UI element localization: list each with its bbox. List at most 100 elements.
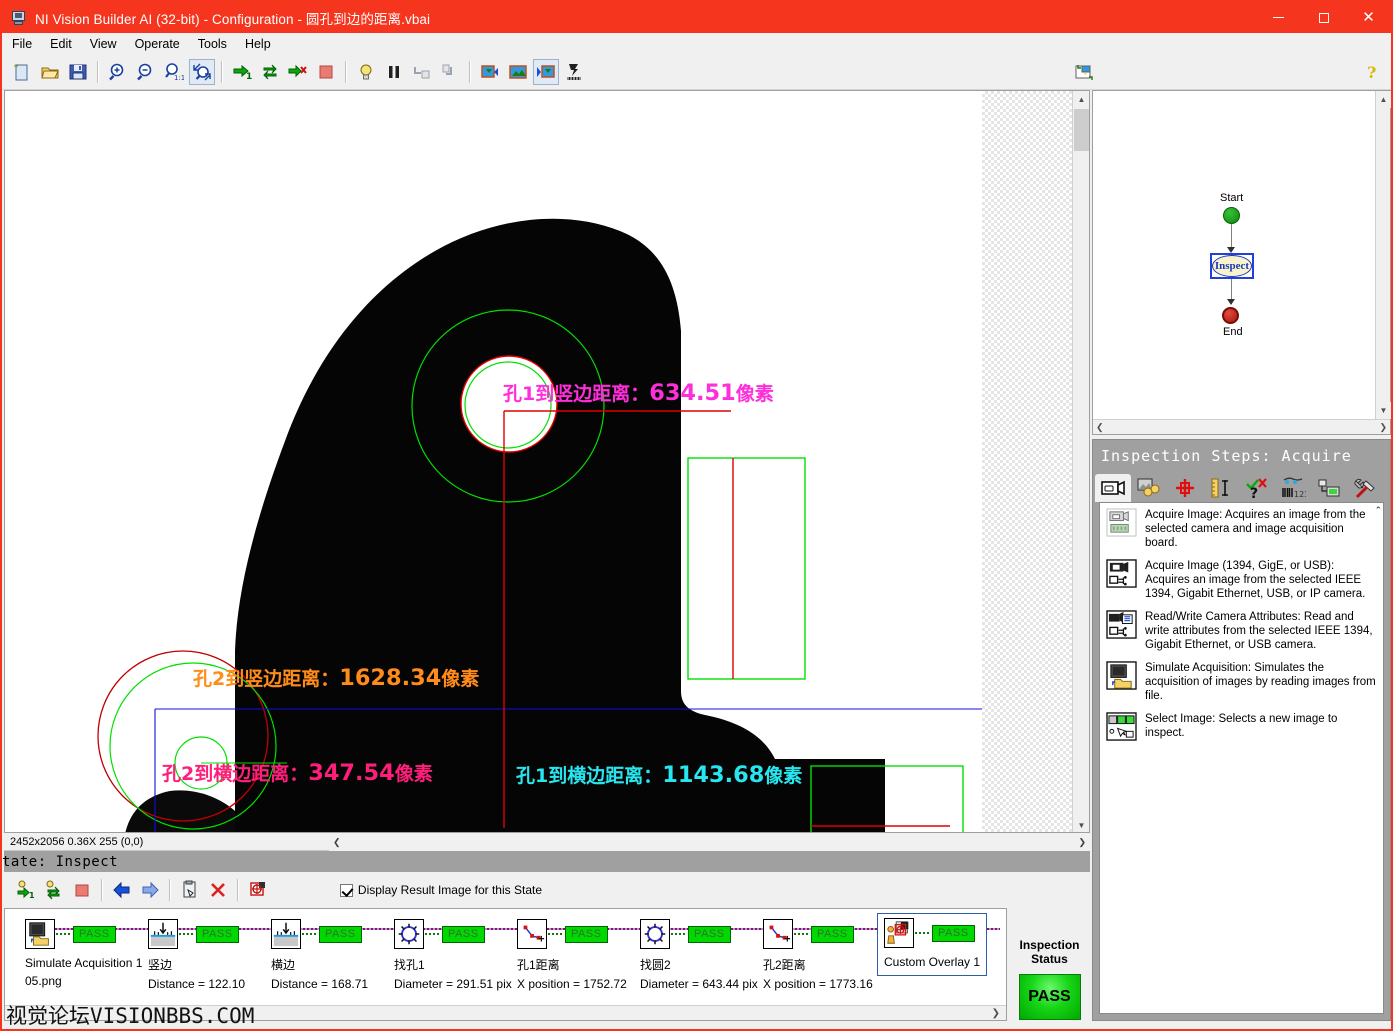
tab-locate-features[interactable]: [1167, 474, 1203, 502]
image-sequence-button[interactable]: [561, 59, 587, 85]
run-until-fail-button[interactable]: [285, 59, 311, 85]
migrate-inspection-button[interactable]: [1071, 59, 1097, 85]
step-simulate-acquisition-1[interactable]: PASS Simulate Acquisition 1 05.png: [25, 919, 142, 988]
image-vertical-scrollbar[interactable]: ▲ ▼: [1072, 91, 1089, 832]
zoom-out-button[interactable]: [133, 59, 159, 85]
step-name: 竖边: [148, 958, 173, 972]
inspection-steps-strip[interactable]: PASS Simulate Acquisition 1 05.png PASS …: [4, 908, 1007, 1021]
overlay-unit: 像素: [441, 668, 480, 690]
zoom-in-button[interactable]: [105, 59, 131, 85]
tab-enhance-images[interactable]: [1131, 474, 1167, 502]
step-custom-overlay-1[interactable]: PASS Custom Overlay 1: [877, 913, 988, 976]
palette-step-list[interactable]: ⌃ Acquire Image: Acquires an image from …: [1099, 502, 1384, 1014]
minimize-button[interactable]: [1256, 2, 1301, 33]
pause-button[interactable]: [381, 59, 407, 85]
start-node[interactable]: [1223, 207, 1240, 224]
previous-image-button[interactable]: [477, 59, 503, 85]
menu-tools[interactable]: Tools: [190, 35, 235, 53]
run-continuously-button[interactable]: [257, 59, 283, 85]
step-horizontal-edge[interactable]: PASS 横边 Distance = 168.71: [271, 919, 368, 991]
menu-edit[interactable]: Edit: [42, 35, 80, 53]
step-into-button[interactable]: [409, 59, 435, 85]
menu-view[interactable]: View: [82, 35, 125, 53]
scroll-up-arrow[interactable]: ▲: [1073, 91, 1089, 108]
crosshair-target-icon: [1176, 479, 1194, 497]
tab-use-additional-tools[interactable]: [1347, 474, 1383, 502]
run-once-button[interactable]: 1: [229, 59, 255, 85]
open-inspection-button[interactable]: [37, 59, 63, 85]
flow-scroll-up-arrow[interactable]: ▲: [1376, 91, 1391, 108]
highlight-step-button[interactable]: [353, 59, 379, 85]
run-state-continuous-button[interactable]: [41, 877, 67, 903]
new-inspection-button[interactable]: [9, 59, 35, 85]
flow-horizontal-scrollbar[interactable]: ❮ ❯: [1093, 419, 1390, 434]
tab-check-presence[interactable]: ?: [1239, 474, 1275, 502]
save-inspection-button[interactable]: [65, 59, 91, 85]
flow-scroll-down-arrow[interactable]: ▼: [1376, 402, 1391, 419]
palette-scroll-up-arrow[interactable]: ⌃: [1374, 505, 1382, 516]
step-status-badge: PASS: [932, 924, 975, 942]
end-node[interactable]: [1222, 307, 1239, 324]
maximize-button[interactable]: [1301, 2, 1346, 33]
palette-item-simulate-acquisition[interactable]: Simulate Acquisition: Simulates the acqu…: [1100, 656, 1383, 707]
tab-acquire-images[interactable]: [1095, 474, 1131, 502]
menu-file[interactable]: File: [4, 35, 40, 53]
zoom-to-fit-button[interactable]: [189, 59, 215, 85]
step-connector: [548, 933, 564, 935]
steps-horizontal-scrollbar[interactable]: ❯: [5, 1005, 1006, 1020]
inspect-state-node[interactable]: Inspect: [1210, 253, 1254, 279]
palette-item-acquire-image[interactable]: Acquire Image: Acquires an image from th…: [1100, 503, 1383, 554]
stop-state-button[interactable]: [69, 877, 95, 903]
step-find-circle-2[interactable]: PASS 找圆2 Diameter = 643.44 pix: [640, 919, 758, 991]
zoom-actual-size-button[interactable]: 1:1: [161, 59, 187, 85]
move-step-left-button[interactable]: [109, 877, 135, 903]
start-node-label: Start: [1220, 192, 1244, 204]
palette-item-read-write-camera-attributes[interactable]: Read/Write Camera Attributes: Read and w…: [1100, 605, 1383, 656]
show-image-button[interactable]: [505, 59, 531, 85]
scroll-thumb[interactable]: [1074, 109, 1089, 151]
scroll-down-arrow[interactable]: ▼: [1073, 817, 1089, 832]
checkbox-box[interactable]: [339, 883, 353, 897]
state-diagram-canvas[interactable]: Start Inspect End: [1093, 91, 1375, 419]
step-name: 找圆2: [640, 958, 671, 972]
display-result-image-checkbox[interactable]: Display Result Image for this State: [339, 883, 542, 897]
flow-vertical-scrollbar[interactable]: ▲ ▼: [1375, 91, 1391, 419]
scroll-right-arrow[interactable]: ❯: [1078, 837, 1086, 848]
image-horizontal-scrollbar[interactable]: ❮ ❯: [329, 833, 1090, 851]
step-over-button[interactable]: [437, 59, 463, 85]
close-button[interactable]: ✕: [1346, 2, 1391, 33]
tab-identify-parts[interactable]: 123: [1275, 474, 1311, 502]
palette-item-select-image[interactable]: Select Image: Selects a new image to ins…: [1100, 707, 1383, 746]
svg-text:1:1: 1:1: [174, 74, 184, 82]
step-hole-1-distance[interactable]: PASS 孔1距离 X position = 1752.72: [517, 919, 627, 991]
copy-step-button[interactable]: [177, 877, 203, 903]
stop-button[interactable]: [313, 59, 339, 85]
menu-operate[interactable]: Operate: [127, 35, 188, 53]
svg-text:?: ?: [1367, 63, 1376, 82]
edit-overlay-button[interactable]: [245, 877, 271, 903]
svg-text:?: ?: [1250, 486, 1258, 499]
run-state-once-button[interactable]: 1: [13, 877, 39, 903]
run-state-once-icon: 1: [17, 880, 35, 900]
step-hole-2-distance[interactable]: PASS 孔2距离 X position = 1773.16: [763, 919, 873, 991]
move-step-right-button[interactable]: [137, 877, 163, 903]
tab-communicate[interactable]: [1311, 474, 1347, 502]
steps-scroll-right-arrow[interactable]: ❯: [992, 1008, 1000, 1019]
step-find-hole-1[interactable]: PASS 找孔1 Diameter = 291.51 pix: [394, 919, 512, 991]
next-image-button[interactable]: [533, 59, 559, 85]
check-cross-icon: ?: [1246, 478, 1267, 499]
window-title: NI Vision Builder AI (32-bit) - Configur…: [35, 11, 431, 27]
menu-help[interactable]: Help: [237, 35, 279, 53]
stop-state-icon: [75, 884, 89, 897]
tab-measure-features[interactable]: [1203, 474, 1239, 502]
delete-step-button[interactable]: [205, 877, 231, 903]
flow-scroll-left-arrow[interactable]: ❮: [1096, 422, 1104, 433]
flow-scroll-right-arrow[interactable]: ❯: [1379, 422, 1387, 433]
step-vertical-edge[interactable]: PASS 竖边 Distance = 122.10: [148, 919, 245, 991]
copy-step-icon: [183, 880, 196, 898]
scroll-left-arrow[interactable]: ❮: [333, 837, 341, 848]
image-display-panel[interactable]: 孔1到竖边距离：634.51像素 孔2到竖边距离：1628.34像素 孔2到横边…: [4, 90, 1090, 833]
palette-item-acquire-image-1394[interactable]: Acquire Image (1394, GigE, or USB): Acqu…: [1100, 554, 1383, 605]
state-diagram-panel[interactable]: Start Inspect End ▲ ▼ ❮ ❯: [1092, 90, 1391, 435]
help-button[interactable]: ?: [1359, 59, 1385, 85]
